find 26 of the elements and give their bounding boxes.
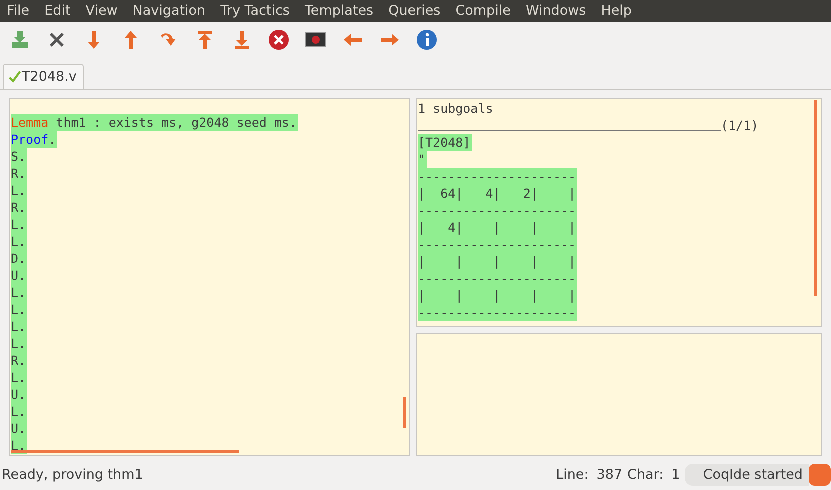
menu-item[interactable]: Navigation xyxy=(132,3,206,19)
menu-item[interactable]: Try Tactics xyxy=(220,3,290,19)
subgoal-count: 1 subgoals xyxy=(418,100,494,117)
menu-item[interactable]: File xyxy=(7,3,30,19)
char-number: 1 xyxy=(672,467,680,483)
file-tab[interactable]: T2048.v xyxy=(3,64,84,89)
line-label: Line: xyxy=(556,467,589,483)
coq-status: CoqIde started xyxy=(685,464,809,486)
line-number: 387 xyxy=(596,467,623,483)
status-indicator xyxy=(809,464,831,486)
menu-item[interactable]: Help xyxy=(601,3,632,19)
goal-index: (1/1) xyxy=(721,117,759,134)
menu-item[interactable]: View xyxy=(86,3,118,19)
menu-item[interactable]: Templates xyxy=(304,3,374,19)
status-message: Ready, proving thm1 xyxy=(2,467,144,483)
menu-item[interactable]: Edit xyxy=(44,3,71,19)
info-icon[interactable] xyxy=(415,28,439,52)
menu-item[interactable]: Queries xyxy=(388,3,441,19)
script-editor[interactable]: Lemma thm1 : exists ms, g2048 seed ms. Proof. S. R. L. R. L. L. D. U. L. L. L. L. R. L. U. L. U. L. xyxy=(9,98,410,456)
scrollbar-thumb[interactable] xyxy=(403,397,406,428)
scrollbar-thumb[interactable] xyxy=(11,450,239,453)
menu-item[interactable]: Windows xyxy=(526,3,586,19)
scrollbar-thumb[interactable] xyxy=(814,100,817,296)
char-label: Char: xyxy=(628,467,664,483)
menu-item[interactable]: Compile xyxy=(456,3,511,19)
stop-icon[interactable] xyxy=(267,28,291,52)
